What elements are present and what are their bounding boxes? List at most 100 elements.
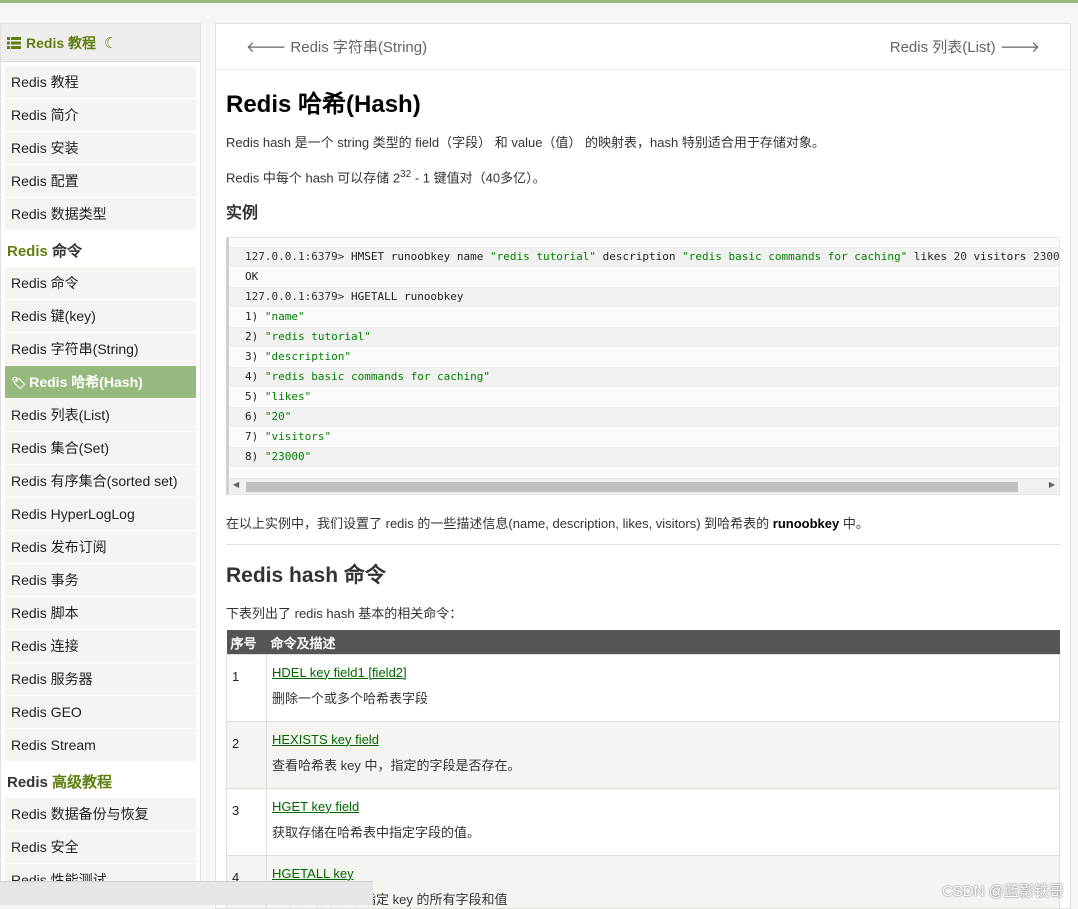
watermark: CSDN @蓝影铁哥 — [942, 883, 1064, 900]
sidebar-item-set[interactable]: Redis 集合(Set) — [5, 432, 196, 465]
sidebar-group-title-a: Redis — [7, 774, 48, 791]
horizontal-scrollbar[interactable]: ◀ ▶ — [229, 478, 1059, 495]
code-string: "visitors" — [264, 430, 332, 444]
code-string: "name" — [264, 310, 305, 324]
tag-icon: 🏷 — [11, 376, 27, 390]
code-line: 1) "name" — [229, 307, 1059, 327]
capacity-text-b: - 1 键值对（40多亿）。 — [411, 169, 546, 185]
code-text: 4) — [245, 370, 259, 384]
row-command-cell: HGET key field 获取存储在哈希表中指定字段的值。 — [266, 787, 1060, 856]
code-prompt: 127.0.0.1:6379> — [245, 290, 345, 304]
sidebar-item-list[interactable]: Redis 列表(List) — [5, 399, 196, 432]
row-index: 1 — [226, 653, 267, 722]
code-string: "redis tutorial" — [264, 330, 371, 344]
code-line: 7) "visitors" — [229, 427, 1059, 447]
code-line: 127.0.0.1:6379> HMSET runoobkey name "re… — [229, 247, 1059, 268]
command-link[interactable]: HEXISTS key field — [272, 732, 379, 747]
sidebar-item-install[interactable]: Redis 安装 — [5, 132, 196, 165]
row-index: 2 — [226, 720, 267, 789]
command-description: 查看哈希表 key 中，指定的字段是否存在。 — [272, 757, 521, 773]
code-line: OK — [229, 267, 1059, 287]
sidebar-item-scripts[interactable]: Redis 脚本 — [5, 597, 196, 630]
page-title: Redis 哈希(Hash) — [226, 91, 421, 118]
table-row: 1 HDEL key field1 [field2] 删除一个或多个哈希表字段 — [226, 653, 1060, 722]
code-text: OK — [245, 270, 259, 284]
article: Redis 哈希(Hash) Redis hash 是一个 string 类型的… — [216, 84, 1070, 908]
sidebar-item-geo[interactable]: Redis GEO — [5, 696, 196, 729]
row-index: 3 — [226, 787, 267, 856]
command-link[interactable]: HGET key field — [272, 799, 359, 814]
sidebar-item-config[interactable]: Redis 配置 — [5, 165, 196, 198]
main-content: 🡐 Redis 字符串(String) Redis 列表(List) 🡒 Red… — [215, 23, 1071, 909]
capacity-paragraph: Redis 中每个 hash 可以存储 232 - 1 键值对（40多亿）。 — [226, 167, 1060, 188]
code-line: 8) "23000" — [229, 447, 1059, 468]
sidebar-item-connection[interactable]: Redis 连接 — [5, 630, 196, 663]
sidebar-item-stream[interactable]: Redis Stream — [5, 729, 196, 762]
next-label: Redis 列表(List) — [889, 39, 996, 56]
code-text: visitors — [966, 250, 1034, 264]
sidebar-item-sorted-set[interactable]: Redis 有序集合(sorted set) — [5, 465, 196, 498]
code-text: 8) — [245, 450, 259, 464]
list-icon — [7, 36, 21, 49]
prev-link[interactable]: 🡐 Redis 字符串(String) — [246, 36, 427, 57]
sidebar-item-string[interactable]: Redis 字符串(String) — [5, 333, 196, 366]
sidebar-group-title-a: Redis — [7, 243, 48, 260]
sidebar-item-intro[interactable]: Redis 简介 — [5, 99, 196, 132]
top-accent-line — [0, 0, 1078, 3]
moon-icon[interactable]: ☾ — [104, 34, 117, 52]
arrow-right-icon: 🡒 — [999, 39, 1040, 56]
code-string: "redis basic commands for caching" — [682, 250, 908, 264]
sidebar-item-pubsub[interactable]: Redis 发布订阅 — [5, 531, 196, 564]
sidebar-item-key[interactable]: Redis 键(key) — [5, 300, 196, 333]
table-header-row: 序号 命令及描述 — [226, 630, 1060, 655]
sidebar-item-tutorial[interactable]: Redis 教程 — [5, 66, 196, 99]
code-text: HMSET runoobkey name — [344, 250, 491, 264]
code-text: 6) — [245, 410, 259, 424]
code-text: 2) — [245, 330, 259, 344]
capacity-exponent: 32 — [400, 168, 412, 180]
scrollbar-thumb[interactable] — [246, 482, 1018, 493]
sidebar-item-data-types[interactable]: Redis 数据类型 — [5, 198, 196, 231]
sidebar-item-commands[interactable]: Redis 命令 — [5, 267, 196, 300]
sidebar-group-advanced: Redis 高级教程 — [5, 762, 196, 798]
table-header-index: 序号 — [226, 630, 267, 655]
scroll-left-icon[interactable]: ◀ — [233, 480, 239, 489]
code-text: HGETALL runoobkey — [344, 290, 464, 304]
code-line: 5) "likes" — [229, 387, 1059, 407]
sidebar-title: Redis 教程 — [26, 34, 97, 51]
sidebar-item-transactions[interactable]: Redis 事务 — [5, 564, 196, 597]
next-link[interactable]: Redis 列表(List) 🡒 — [890, 36, 1040, 57]
code-text: 7) — [245, 430, 259, 444]
note-text-a: 在以上实例中，我们设置了 redis 的一些描述信息(name, descrip… — [226, 516, 773, 532]
code-string: "likes" — [264, 390, 312, 404]
scroll-right-icon[interactable]: ▶ — [1049, 480, 1055, 489]
code-line: 4) "redis basic commands for caching" — [229, 367, 1059, 388]
code-prompt: 127.0.0.1:6379> — [245, 250, 345, 264]
code-text: 1) — [245, 310, 259, 324]
sidebar-item-hash[interactable]: 🏷 Redis 哈希(Hash) — [5, 366, 196, 399]
command-link[interactable]: HDEL key field1 [field2] — [272, 665, 407, 680]
code-line: 6) "20" — [229, 407, 1059, 428]
sidebar-item-hyperloglog[interactable]: Redis HyperLogLog — [5, 498, 196, 531]
commands-table: 序号 命令及描述 1 HDEL key field1 [field2] 删除一个或… — [226, 630, 1060, 908]
arrow-left-icon: 🡐 — [246, 39, 287, 56]
example-note: 在以上实例中，我们设置了 redis 的一些描述信息(name, descrip… — [226, 513, 1060, 532]
sidebar-list: Redis 教程 Redis 简介 Redis 安装 Redis 配置 Redi… — [1, 62, 200, 882]
divider — [226, 544, 1060, 546]
sidebar-item-server[interactable]: Redis 服务器 — [5, 663, 196, 696]
code-text: description — [596, 250, 683, 264]
sidebar-group-title-b: 高级教程 — [52, 774, 113, 791]
command-link[interactable]: HGETALL key — [272, 866, 354, 881]
code-number: 20 — [953, 250, 967, 264]
row-command-cell: HEXISTS key field 查看哈希表 key 中，指定的字段是否存在。 — [266, 720, 1060, 789]
capacity-text-a: Redis 中每个 hash 可以存储 2 — [226, 169, 401, 185]
sidebar-item-backup[interactable]: Redis 数据备份与恢复 — [5, 798, 196, 831]
sidebar-item-security[interactable]: Redis 安全 — [5, 831, 196, 864]
table-header-command: 命令及描述 — [266, 630, 1060, 655]
sidebar-item-label: Redis 哈希(Hash) — [29, 374, 143, 390]
intro-paragraph: Redis hash 是一个 string 类型的 field（字段） 和 va… — [226, 135, 825, 150]
note-key: runoobkey — [772, 516, 840, 532]
commands-heading: Redis hash 命令 — [226, 564, 386, 588]
row-command-cell: HDEL key field1 [field2] 删除一个或多个哈希表字段 — [266, 653, 1060, 722]
command-description: 获取存储在哈希表中指定字段的值。 — [272, 824, 481, 840]
